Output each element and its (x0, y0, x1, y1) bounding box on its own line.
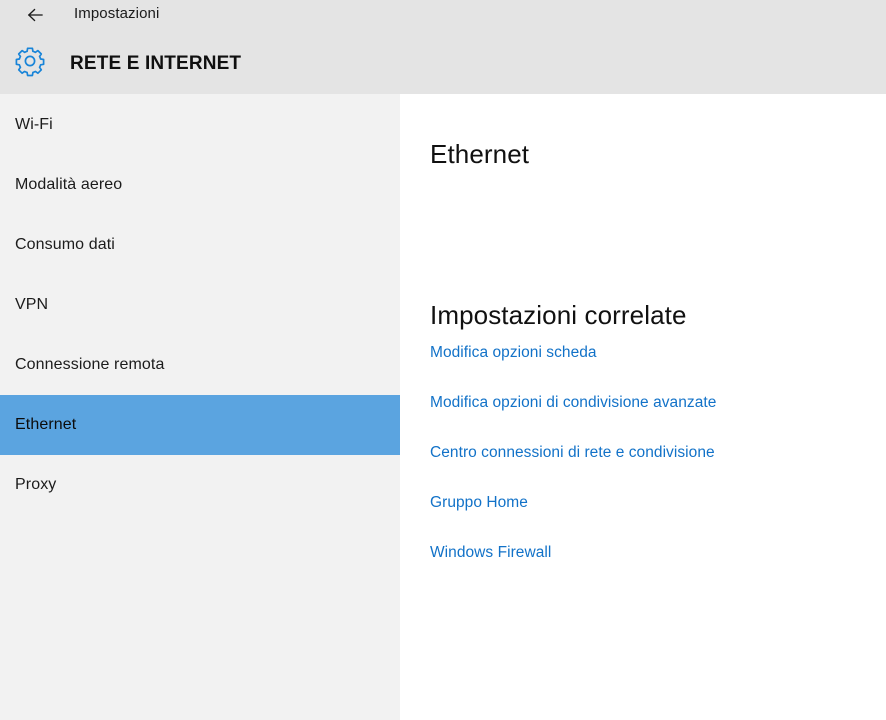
settings-sidebar: Wi-Fi Modalità aereo Consumo dati VPN Co… (0, 94, 400, 720)
app-title: Impostazioni (74, 5, 160, 22)
sidebar-item-label: Consumo dati (15, 236, 115, 253)
sidebar-item-label: Ethernet (15, 416, 77, 433)
settings-content-pane: Ethernet Impostazioni correlate Modifica… (400, 94, 886, 720)
sidebar-item-vpn[interactable]: VPN (0, 275, 400, 335)
title-bar: Impostazioni (0, 0, 886, 30)
category-header: RETE E INTERNET (0, 42, 886, 86)
sidebar-item-label: Modalità aereo (15, 176, 123, 193)
window-header: Impostazioni RETE E INTERNET (0, 0, 886, 94)
sidebar-item-consumo-dati[interactable]: Consumo dati (0, 215, 400, 275)
sidebar-item-label: VPN (15, 296, 49, 313)
link-modifica-opzioni-scheda[interactable]: Modifica opzioni scheda (430, 342, 880, 392)
sidebar-item-proxy[interactable]: Proxy (0, 455, 400, 515)
settings-window: Impostazioni RETE E INTERNET Wi-Fi Modal… (0, 0, 886, 720)
sidebar-item-wifi[interactable]: Wi-Fi (0, 95, 400, 155)
link-gruppo-home[interactable]: Gruppo Home (430, 492, 880, 542)
sidebar-item-label: Wi-Fi (15, 116, 53, 133)
sidebar-item-connessione-remota[interactable]: Connessione remota (0, 335, 400, 395)
gear-icon (13, 44, 47, 78)
link-windows-firewall[interactable]: Windows Firewall (430, 542, 880, 592)
sidebar-item-label: Connessione remota (15, 356, 165, 373)
back-arrow-icon (23, 3, 47, 27)
related-settings-heading: Impostazioni correlate (430, 299, 687, 330)
sidebar-item-modalita-aereo[interactable]: Modalità aereo (0, 155, 400, 215)
category-title: RETE E INTERNET (70, 53, 242, 74)
page-title: Ethernet (430, 139, 530, 170)
back-button[interactable] (12, 0, 58, 30)
sidebar-item-label: Proxy (15, 476, 57, 493)
link-centro-connessioni-rete-condivisione[interactable]: Centro connessioni di rete e condivision… (430, 442, 880, 492)
sidebar-item-ethernet[interactable]: Ethernet (0, 395, 400, 455)
related-settings-links: Modifica opzioni scheda Modifica opzioni… (430, 342, 880, 592)
link-modifica-opzioni-condivisione-avanzate[interactable]: Modifica opzioni di condivisione avanzat… (430, 392, 880, 442)
